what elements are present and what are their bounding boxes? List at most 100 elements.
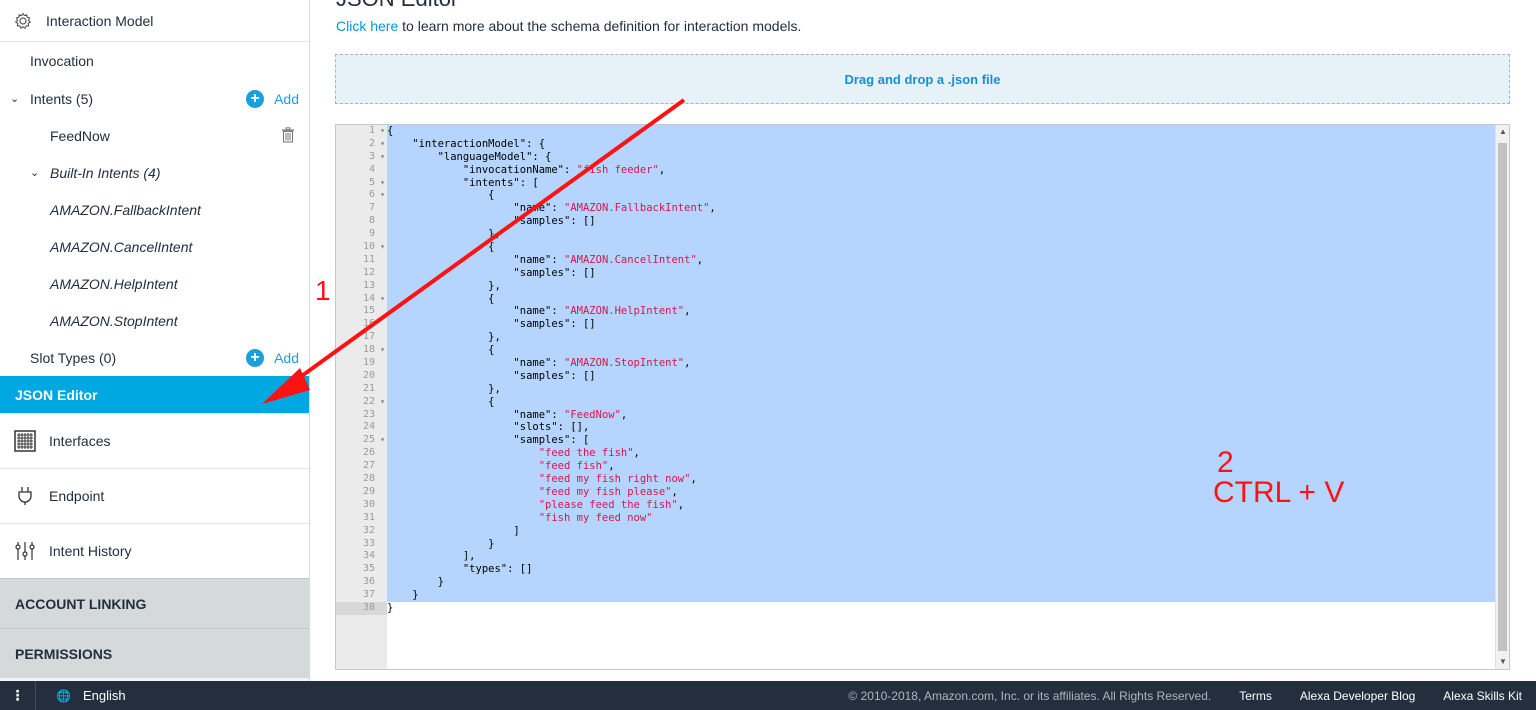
json-dropzone[interactable]: Drag and drop a .json file xyxy=(335,54,1510,104)
fold-toggle-icon[interactable]: ▾ xyxy=(380,344,385,357)
sidebar-item-label: Built-In Intents (4) xyxy=(50,164,161,181)
line-number: 31 xyxy=(362,511,375,523)
annotation-step-1: 1 xyxy=(315,275,331,306)
code-line: ], xyxy=(387,550,1495,564)
sidebar-item-intent-history[interactable]: Intent History xyxy=(0,523,309,578)
footer: ⋮ 🌐 English © 2010-2018, Amazon.com, Inc… xyxy=(0,681,1536,710)
code-line: "types": [] xyxy=(387,563,1495,577)
sidebar-section-account-linking[interactable]: ACCOUNT LINKING xyxy=(0,578,309,628)
fold-toggle-icon[interactable]: ▾ xyxy=(380,125,385,138)
line-number: 14 ▾ xyxy=(362,292,385,306)
add-label: Add xyxy=(274,90,299,107)
json-code-editor[interactable]: 1 ▾ 2 ▾ 3 ▾ 4 5 ▾ 6 ▾ 7 8 9 10 ▾ 11 12 13 14 ▾ 15 16 17 18 ▾ 19 20 2… xyxy=(335,124,1510,670)
plus-circle-icon: + xyxy=(246,89,265,108)
fold-toggle-icon[interactable]: ▾ xyxy=(380,138,385,151)
line-number: 15 xyxy=(362,305,375,317)
add-label: Add xyxy=(274,349,299,366)
code-area[interactable]: { "interactionModel": { "languageModel":… xyxy=(387,125,1495,669)
scroll-down-arrow-icon[interactable]: ▼ xyxy=(1496,655,1509,669)
code-line: "samples": [] xyxy=(387,318,1495,332)
line-number: 9 xyxy=(368,228,375,240)
code-line: { xyxy=(387,395,1495,409)
sidebar-item-builtin-intent[interactable]: AMAZON.HelpIntent xyxy=(0,265,309,302)
sidebar-section-permissions[interactable]: PERMISSIONS xyxy=(0,628,309,678)
language-label: English xyxy=(82,688,126,703)
trash-icon[interactable] xyxy=(281,127,295,143)
fold-toggle-icon[interactable]: ▾ xyxy=(380,241,385,254)
schema-help-text: Click here to learn more about the schem… xyxy=(336,18,801,34)
line-number: 23 xyxy=(362,408,375,420)
line-number: 26 xyxy=(362,447,375,459)
sidebar-section-label: ACCOUNT LINKING xyxy=(15,595,147,612)
code-line: } xyxy=(387,576,1495,590)
sidebar: Interaction Model Invocation ⌄ Intents (… xyxy=(0,0,310,681)
scroll-up-arrow-icon[interactable]: ▲ xyxy=(1496,125,1509,139)
sidebar-item-builtin-intent[interactable]: AMAZON.FallbackIntent xyxy=(0,191,309,228)
fold-toggle-icon[interactable]: ▾ xyxy=(380,177,385,190)
code-line: "name": "AMAZON.FallbackIntent", xyxy=(387,202,1495,216)
line-number: 36 xyxy=(362,576,375,588)
code-line: "samples": [] xyxy=(387,266,1495,280)
line-number: 28 xyxy=(362,473,375,485)
line-number: 10 ▾ xyxy=(362,241,385,254)
code-line: } xyxy=(387,601,394,614)
code-line: "fish my feed now" xyxy=(387,511,1495,525)
fold-toggle-icon[interactable]: ▾ xyxy=(380,189,385,202)
line-number: 3 ▾ xyxy=(368,150,385,164)
sidebar-item-interfaces[interactable]: Interfaces xyxy=(0,413,309,468)
add-slot-type-button[interactable]: + Add xyxy=(246,339,299,376)
scrollbar-thumb[interactable] xyxy=(1498,143,1507,651)
globe-icon: 🌐 xyxy=(56,688,71,703)
sidebar-item-intents[interactable]: ⌄ Intents (5) + Add xyxy=(0,80,309,117)
vertical-scrollbar[interactable]: ▲ ▼ xyxy=(1495,125,1509,669)
sidebar-item-label: Invocation xyxy=(30,53,94,69)
gear-icon xyxy=(13,11,33,31)
code-line: "name": "AMAZON.HelpIntent", xyxy=(387,305,1495,319)
sidebar-item-label: Endpoint xyxy=(49,488,105,504)
sidebar-item-builtin-intent[interactable]: AMAZON.CancelIntent xyxy=(0,228,309,265)
sidebar-item-feednow[interactable]: FeedNow xyxy=(0,117,309,154)
code-line: "interactionModel": { xyxy=(387,137,1495,151)
add-intent-button[interactable]: + Add xyxy=(246,80,299,117)
fold-toggle-icon[interactable]: ▾ xyxy=(380,434,385,447)
code-line: "samples": [] xyxy=(387,215,1495,229)
code-line: } xyxy=(387,589,1495,602)
sidebar-item-endpoint[interactable]: Endpoint xyxy=(0,468,309,523)
code-line: "name": "AMAZON.StopIntent", xyxy=(387,357,1495,370)
footer-link-blog[interactable]: Alexa Developer Blog xyxy=(1300,689,1415,703)
footer-link-skills-kit[interactable]: Alexa Skills Kit xyxy=(1443,689,1522,703)
copyright-text: © 2010-2018, Amazon.com, Inc. or its aff… xyxy=(848,688,1212,703)
line-number: 1 ▾ xyxy=(368,125,385,138)
click-here-link[interactable]: Click here xyxy=(336,18,398,34)
line-number: 27 xyxy=(362,460,375,472)
line-number: 35 xyxy=(362,563,375,575)
line-number: 5 ▾ xyxy=(368,176,385,190)
line-number: 11 xyxy=(362,253,375,265)
more-menu-icon[interactable]: ⋮ xyxy=(0,681,36,710)
language-selector[interactable]: 🌐 English xyxy=(56,688,126,703)
sidebar-item-invocation[interactable]: Invocation xyxy=(0,42,309,80)
sidebar-item-slot-types[interactable]: Slot Types (0) + Add xyxy=(0,339,309,376)
line-number: 29 xyxy=(362,485,375,497)
sidebar-item-builtin-intents[interactable]: ⌄ Built-In Intents (4) xyxy=(0,154,309,191)
sidebar-item-builtin-intent[interactable]: AMAZON.StopIntent xyxy=(0,302,309,339)
sidebar-item-label: AMAZON.StopIntent xyxy=(50,312,178,329)
sidebar-item-interaction-model[interactable]: Interaction Model xyxy=(0,0,309,42)
sidebar-item-json-editor[interactable]: JSON Editor xyxy=(0,376,309,413)
annotation-step-2-text: CTRL + V xyxy=(1213,476,1345,509)
line-number: 24 xyxy=(362,421,375,433)
fold-toggle-icon[interactable]: ▾ xyxy=(380,293,385,306)
fold-toggle-icon[interactable]: ▾ xyxy=(380,396,385,409)
sidebar-section-label: PERMISSIONS xyxy=(15,645,113,662)
line-number: 37 xyxy=(362,589,375,601)
code-line: ] xyxy=(387,524,1495,538)
line-number: 2 ▾ xyxy=(368,137,385,151)
code-line: "name": "FeedNow", xyxy=(387,408,1495,422)
sidebar-item-label: JSON Editor xyxy=(15,386,98,403)
plug-icon xyxy=(13,484,37,508)
line-number: 12 xyxy=(362,266,375,278)
code-line: "intents": [ xyxy=(387,176,1495,190)
fold-toggle-icon[interactable]: ▾ xyxy=(380,151,385,164)
footer-link-terms[interactable]: Terms xyxy=(1239,689,1272,703)
code-line: { xyxy=(387,241,1495,254)
